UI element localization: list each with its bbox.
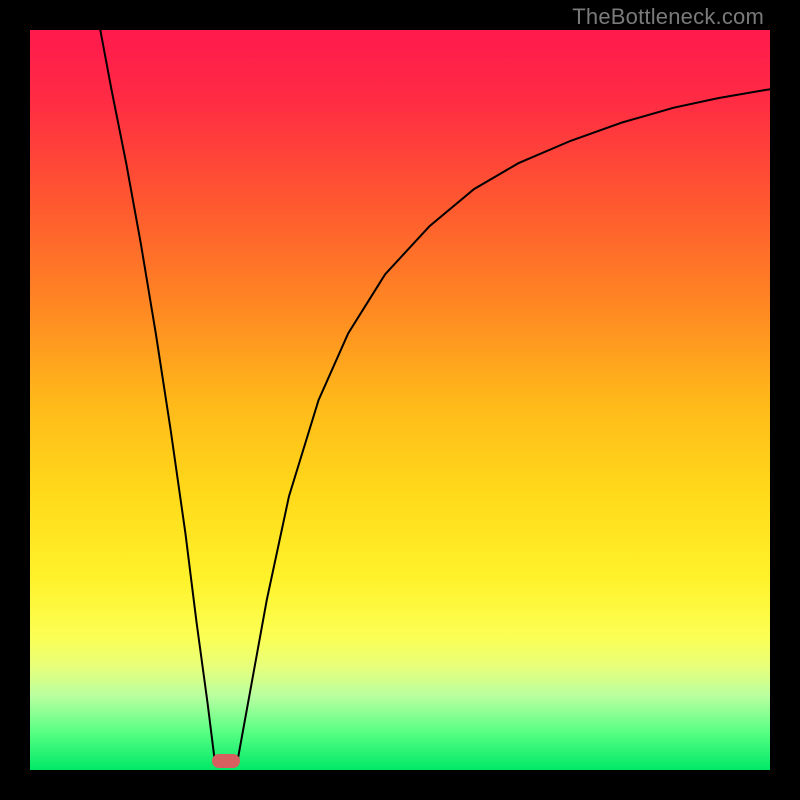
curve-right <box>237 89 770 762</box>
plot-area <box>30 30 770 770</box>
bottleneck-curve <box>30 30 770 770</box>
watermark-text: TheBottleneck.com <box>572 4 764 30</box>
curve-left <box>100 30 215 763</box>
optimal-marker <box>212 754 240 768</box>
chart-frame: TheBottleneck.com <box>0 0 800 800</box>
